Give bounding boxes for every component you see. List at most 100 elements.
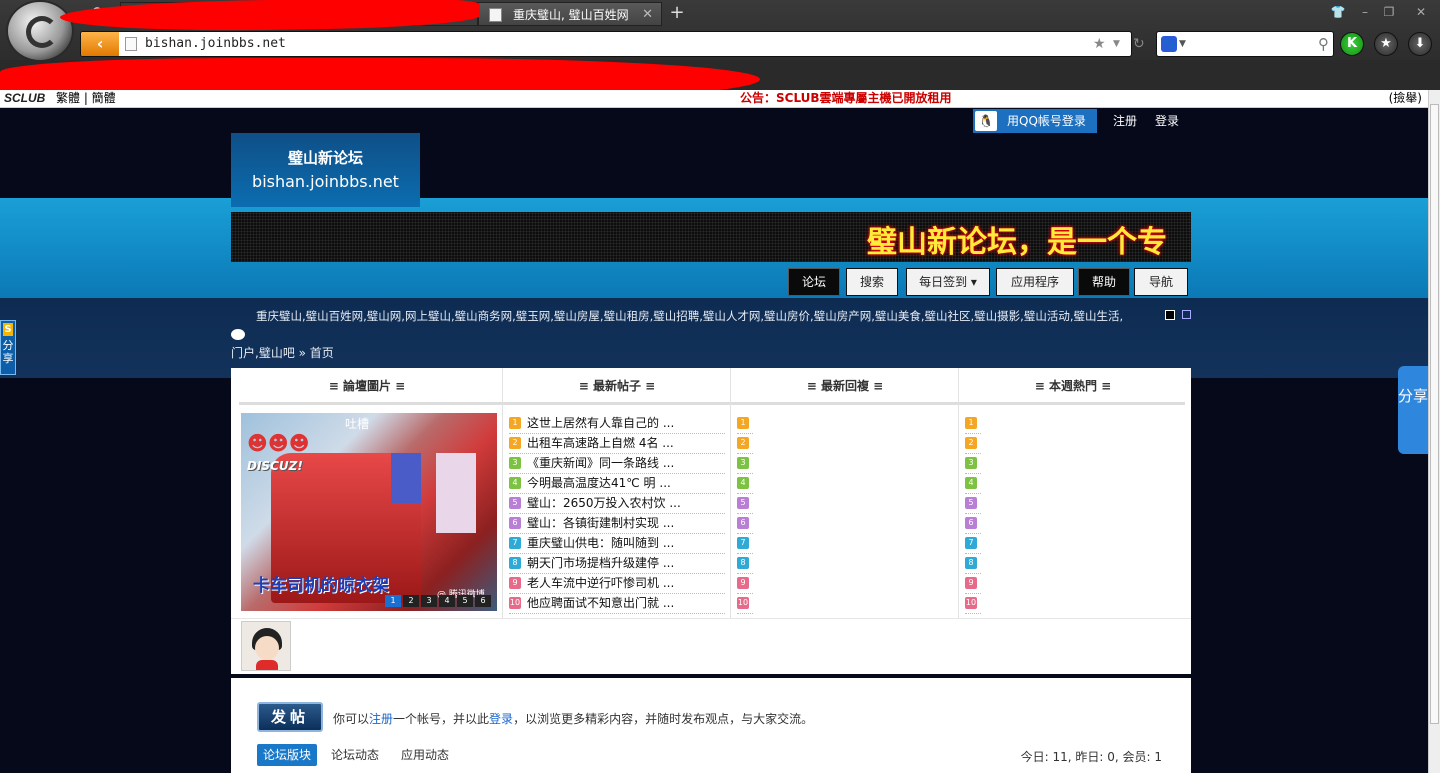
tab-forum-boards[interactable]: 论坛版块 xyxy=(257,744,318,766)
list-item[interactable]: 9 老人车流中逆行吓惨司机 ... xyxy=(509,574,725,594)
browser-logo-icon xyxy=(26,16,58,48)
thread-title[interactable]: 朝天门市场提档升级建停 ... xyxy=(527,554,674,572)
list-item[interactable]: 9 xyxy=(737,574,753,594)
url-text[interactable]: bishan.joinbbs.net xyxy=(145,32,286,56)
nav-button[interactable]: 帮助 xyxy=(1078,268,1130,296)
slide-page-dot[interactable]: 2 xyxy=(403,595,419,607)
thread-title[interactable]: 老人车流中逆行吓惨司机 ... xyxy=(527,574,674,592)
list-item[interactable]: 4 xyxy=(737,474,753,494)
share-sidebar-right[interactable]: 分享 xyxy=(1398,366,1428,454)
dropdown-arrow-icon[interactable]: ▼ xyxy=(1179,32,1186,56)
list-item[interactable]: 8 xyxy=(965,554,981,574)
site-logo[interactable]: 璧山新论坛 bishan.joinbbs.net xyxy=(231,133,420,207)
download-icon[interactable]: ⬇ xyxy=(1408,32,1432,56)
list-item[interactable]: 5 璧山：2650万投入农村饮 ... xyxy=(509,494,725,514)
dropdown-arrow-icon[interactable]: ▼ xyxy=(1113,32,1120,56)
rank-number-icon: 10 xyxy=(737,597,749,609)
list-item[interactable]: 6 xyxy=(737,514,753,534)
nav-button[interactable]: 导航 xyxy=(1134,268,1188,296)
list-item[interactable]: 8 朝天门市场提档升级建停 ... xyxy=(509,554,725,574)
list-item[interactable]: 2 xyxy=(965,434,981,454)
nav-button[interactable]: 搜索 xyxy=(846,268,898,296)
login-link[interactable]: 登录 xyxy=(1155,108,1179,134)
list-item[interactable]: 7 重庆璧山供电：随叫随到 ... xyxy=(509,534,725,554)
nav-button[interactable]: 每日签到 ▾ xyxy=(906,268,990,296)
register-link[interactable]: 注册 xyxy=(1113,108,1137,134)
language-links[interactable]: 繁體 | 簡體 xyxy=(56,90,116,107)
list-item[interactable]: 8 xyxy=(737,554,753,574)
tab-forum-activity[interactable]: 论坛动态 xyxy=(325,744,385,766)
list-item[interactable]: 6 璧山：各镇街建制村实现 ... xyxy=(509,514,725,534)
nav-button[interactable]: 论坛 xyxy=(788,268,840,296)
sclub-logo[interactable]: SCLUB xyxy=(4,90,45,107)
list-item[interactable]: 4 今明最高温度达41℃ 明 ... xyxy=(509,474,725,494)
restore-icon[interactable]: ❐ xyxy=(1377,2,1401,22)
list-item[interactable]: 4 xyxy=(965,474,981,494)
slide-page-dot[interactable]: 5 xyxy=(457,595,473,607)
list-item[interactable]: 1 xyxy=(737,414,753,434)
list-item[interactable]: 9 xyxy=(965,574,981,594)
breadcrumb[interactable]: 门户,璧山吧 » 首页 xyxy=(231,344,334,361)
list-item[interactable]: 10 xyxy=(737,594,753,614)
list-item[interactable]: 1 这世上居然有人靠自己的 ... xyxy=(509,414,725,434)
thread-title[interactable]: 出租车高速路上自燃 4名 ... xyxy=(527,434,674,452)
list-item[interactable]: 5 xyxy=(737,494,753,514)
share-sidebar-left[interactable]: S 分享 xyxy=(0,320,16,375)
new-tab-button[interactable]: + xyxy=(666,2,688,26)
thread-title[interactable]: 璧山：2650万投入农村饮 ... xyxy=(527,494,681,512)
thread-title[interactable]: 他应聘面试不知意出门就 ... xyxy=(527,594,674,612)
list-item[interactable]: 1 xyxy=(965,414,981,434)
list-item[interactable]: 10 他应聘面试不知意出门就 ... xyxy=(509,594,725,614)
favorites-icon[interactable]: ★ xyxy=(1374,32,1398,56)
slide-page-dot[interactable]: 1 xyxy=(385,595,401,607)
list-item[interactable]: 3 《重庆新闻》同一条路线 ... xyxy=(509,454,725,474)
scrollbar-thumb[interactable] xyxy=(1430,104,1439,724)
tab-app-activity[interactable]: 应用动态 xyxy=(395,744,455,766)
close-window-icon[interactable]: ✕ xyxy=(1409,2,1433,22)
back-button[interactable]: ‹ xyxy=(81,32,119,56)
minimize-icon[interactable]: – xyxy=(1353,2,1377,22)
avatar-body xyxy=(256,660,278,670)
search-icon[interactable]: ⚲ xyxy=(1318,33,1329,55)
slide-caption[interactable]: 卡车司机的晾衣架 xyxy=(253,571,389,596)
slide-page-dot[interactable]: 4 xyxy=(439,595,455,607)
tab-close-icon[interactable]: ✕ xyxy=(642,3,653,27)
address-bar[interactable]: ‹ bishan.joinbbs.net ★ ▼ ↻ xyxy=(80,31,1145,57)
slide-page-dot[interactable]: 3 xyxy=(421,595,437,607)
announcement-link[interactable]: 公告：SCLUB雲端專屬主機已開放租用 xyxy=(740,90,952,107)
thread-title[interactable]: 重庆璧山供电：随叫随到 ... xyxy=(527,534,674,552)
thread-title[interactable]: 这世上居然有人靠自己的 ... xyxy=(527,414,674,432)
slide-page-dot[interactable]: 6 xyxy=(475,595,491,607)
browser-menu-button[interactable] xyxy=(6,0,74,62)
list-item[interactable]: 3 xyxy=(965,454,981,474)
extension-k-icon[interactable]: K xyxy=(1340,32,1364,56)
post-button[interactable]: 发帖 xyxy=(257,702,323,732)
site-domain: bishan.joinbbs.net xyxy=(252,172,399,191)
list-item[interactable]: 7 xyxy=(965,534,981,554)
list-item[interactable]: 7 xyxy=(737,534,753,554)
list-item[interactable]: 5 xyxy=(965,494,981,514)
qq-login-button[interactable]: 🐧 用QQ帳号登录 xyxy=(973,109,1097,133)
list-item[interactable]: 2 出租车高速路上自燃 4名 ... xyxy=(509,434,725,454)
list-item[interactable]: 2 xyxy=(737,434,753,454)
page-scrollbar[interactable] xyxy=(1428,90,1440,773)
thread-title[interactable]: 《重庆新闻》同一条路线 ... xyxy=(527,454,674,472)
skin-icon[interactable]: 👕 xyxy=(1326,2,1350,22)
star-icon[interactable]: ★ xyxy=(1093,32,1106,56)
report-link[interactable]: (撿舉) xyxy=(1389,90,1422,107)
image-slideshow[interactable]: 吐槽 ☻☻☻ DISCUZ! 卡车司机的晾衣架 @ 腾讯微博 123456 xyxy=(241,413,497,611)
list-item[interactable]: 6 xyxy=(965,514,981,534)
thread-title[interactable]: 璧山：各镇街建制村实现 ... xyxy=(527,514,674,532)
refresh-icon[interactable]: ↻ xyxy=(1133,32,1145,56)
search-box[interactable]: 🐾 ▼ ⚲ xyxy=(1156,31,1334,57)
avatar[interactable] xyxy=(241,621,291,671)
thread-title[interactable]: 今明最高温度达41℃ 明 ... xyxy=(527,474,671,492)
post-panel: 发帖 你可以注册一个帐号，并以此登录，以浏览更多精彩内容，并随时发布观点，与大家… xyxy=(231,678,1191,773)
list-item[interactable]: 10 xyxy=(965,594,981,614)
search-engine-icon[interactable]: 🐾 xyxy=(1161,36,1177,52)
register-link[interactable]: 注册 xyxy=(369,712,393,726)
login-link[interactable]: 登录 xyxy=(489,712,513,726)
list-item[interactable]: 3 xyxy=(737,454,753,474)
tab-active[interactable]: 重庆璧山, 璧山百姓网 ✕ xyxy=(478,2,662,26)
nav-button[interactable]: 应用程序 xyxy=(996,268,1074,296)
